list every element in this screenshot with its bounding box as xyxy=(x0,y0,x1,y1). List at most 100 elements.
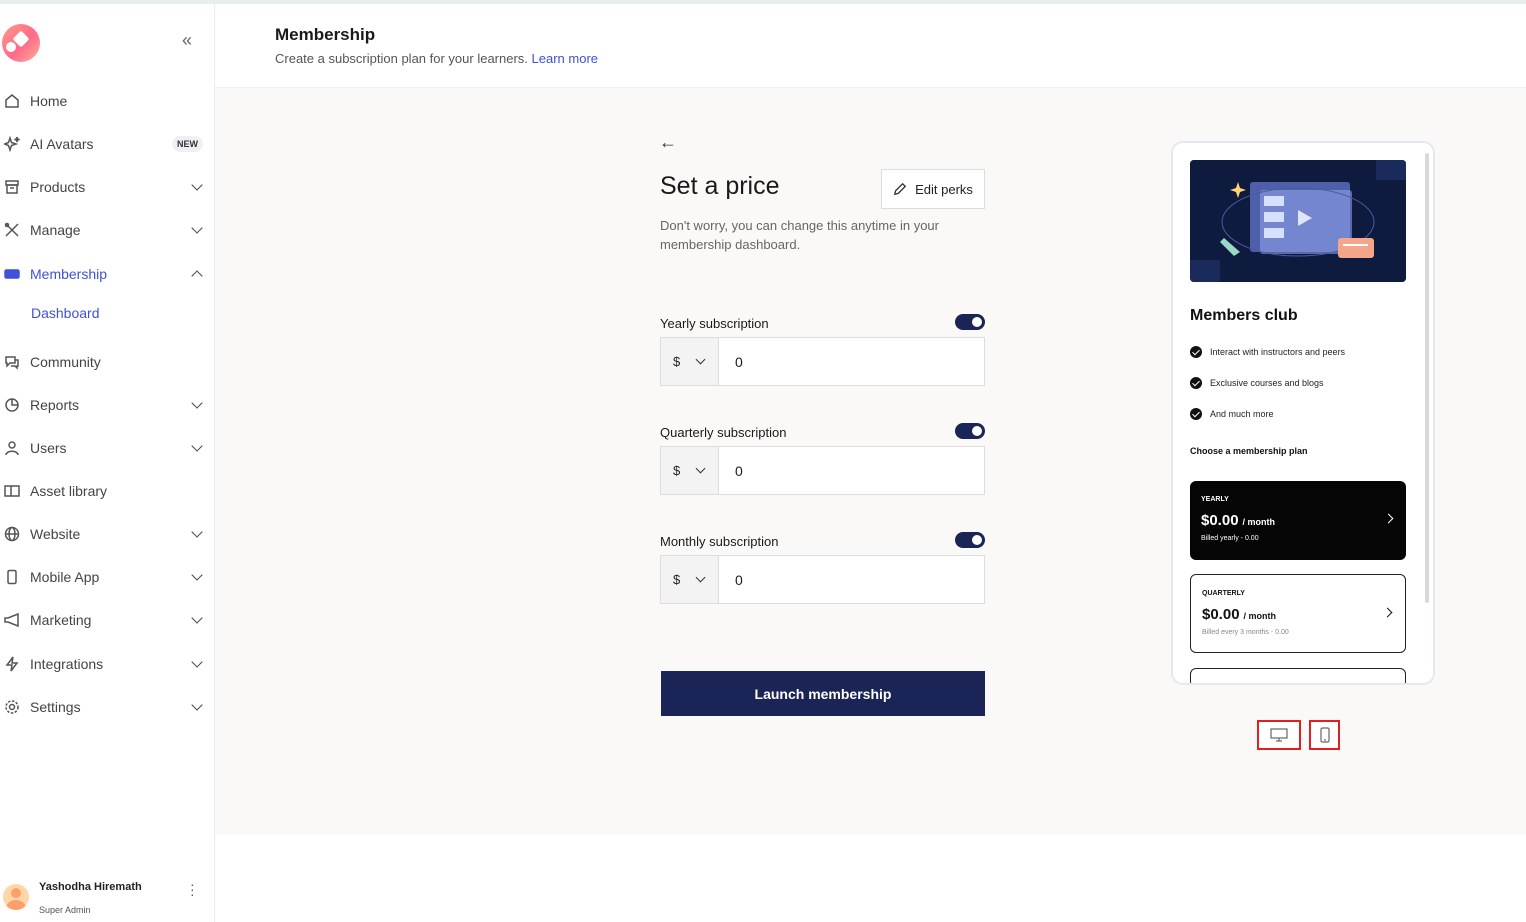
quarterly-toggle[interactable] xyxy=(955,423,985,439)
user-role: Super Admin xyxy=(39,905,91,915)
plan-card-quarterly[interactable]: QUARTERLY $0.00/ month Billed every 3 mo… xyxy=(1190,574,1406,653)
preview-scrollbar[interactable] xyxy=(1425,153,1429,603)
sidebar-item-home[interactable]: Home xyxy=(0,84,215,118)
chevron-down-icon xyxy=(695,463,706,474)
user-name: Yashodha Hiremath xyxy=(39,881,142,893)
sidebar-item-manage[interactable]: Manage xyxy=(0,213,215,247)
plan-name: QUARTERLY xyxy=(1202,590,1245,597)
new-badge: NEW xyxy=(172,136,203,152)
sidebar-item-label: Marketing xyxy=(30,612,92,628)
mobile-view-button[interactable] xyxy=(1309,720,1340,750)
sidebar-item-label: Settings xyxy=(30,699,81,715)
desktop-view-button[interactable] xyxy=(1257,720,1301,750)
perk-item: Interact with instructors and peers xyxy=(1190,346,1345,358)
sidebar-item-marketing[interactable]: Marketing xyxy=(0,603,215,637)
pencil-icon xyxy=(893,182,907,196)
mobile-icon xyxy=(1319,727,1330,743)
avatar[interactable] xyxy=(3,884,29,910)
user-icon xyxy=(0,440,30,456)
page-subtitle: Create a subscription plan for your lear… xyxy=(275,51,598,66)
sidebar-item-website[interactable]: Website xyxy=(0,517,215,551)
banner-illustration xyxy=(1190,160,1406,282)
chevron-down-icon xyxy=(695,572,706,583)
check-circle-icon xyxy=(1190,408,1202,420)
yearly-price-row: $ xyxy=(660,337,985,386)
perk-text: Exclusive courses and blogs xyxy=(1210,378,1324,388)
sidebar: « Home AI Avatars NEW Products Manage Me… xyxy=(0,4,215,922)
plan-card-yearly[interactable]: YEARLY $0.00/ month Billed yearly - 0.00 xyxy=(1190,481,1406,560)
sidebar-item-users[interactable]: Users xyxy=(0,431,215,465)
perk-item: And much more xyxy=(1190,408,1274,420)
sidebar-item-community[interactable]: Community xyxy=(0,345,215,379)
sidebar-item-label: Mobile App xyxy=(30,569,100,585)
more-vertical-icon[interactable]: · · · xyxy=(190,877,195,901)
sidebar-item-label: Reports xyxy=(30,397,80,413)
sidebar-item-products[interactable]: Products xyxy=(0,170,215,204)
plan-price-value: $0.00 xyxy=(1202,606,1240,623)
sidebar-item-settings[interactable]: Settings xyxy=(0,690,215,724)
chevron-down-icon xyxy=(695,354,706,365)
learn-more-link[interactable]: Learn more xyxy=(532,51,598,66)
sidebar-item-label: Manage xyxy=(30,222,81,238)
sidebar-item-reports[interactable]: Reports xyxy=(0,388,215,422)
chevron-down-icon xyxy=(191,397,203,409)
sidebar-item-mobile-app[interactable]: Mobile App xyxy=(0,560,215,594)
chevron-right-icon xyxy=(1382,607,1393,618)
yearly-amount-input[interactable] xyxy=(719,338,984,385)
main-content: ← Set a price Edit perks Don't worry, yo… xyxy=(215,88,1526,835)
sidebar-subitem-dashboard[interactable]: Dashboard xyxy=(31,305,100,321)
chevron-right-icon xyxy=(1383,513,1394,524)
currency-symbol: $ xyxy=(673,354,681,369)
page-subtitle-text: Create a subscription plan for your lear… xyxy=(275,51,528,66)
plan-price: $0.00/ month xyxy=(1202,606,1276,623)
plan-price-period: / month xyxy=(1243,611,1277,621)
chevron-down-icon xyxy=(191,612,203,624)
plan-price: $0.00/ month xyxy=(1201,512,1275,529)
sidebar-item-label: AI Avatars xyxy=(30,136,94,152)
yearly-currency-select[interactable]: $ xyxy=(661,338,719,385)
check-circle-icon xyxy=(1190,377,1202,389)
price-description: Don't worry, you can change this anytime… xyxy=(660,218,939,252)
yearly-subscription-label: Yearly subscription xyxy=(660,316,769,331)
monthly-amount-input[interactable] xyxy=(719,556,984,603)
perk-item: Exclusive courses and blogs xyxy=(1190,377,1324,389)
edit-perks-label: Edit perks xyxy=(915,181,973,197)
chevron-down-icon xyxy=(191,440,203,452)
quarterly-amount-input[interactable] xyxy=(719,447,984,494)
sidebar-item-integrations[interactable]: Integrations xyxy=(0,647,215,681)
quarterly-price-row: $ xyxy=(660,446,985,495)
collapse-sidebar-icon[interactable]: « xyxy=(182,30,192,51)
sidebar-item-label: Membership xyxy=(30,266,108,282)
sidebar-item-label: Integrations xyxy=(30,656,104,672)
membership-preview: Members club Interact with instructors a… xyxy=(1171,141,1435,685)
check-circle-icon xyxy=(1190,346,1202,358)
sidebar-item-membership[interactable]: Membership xyxy=(0,257,215,291)
chevron-down-icon xyxy=(191,179,203,191)
yearly-toggle[interactable] xyxy=(955,314,985,330)
quarterly-currency-select[interactable]: $ xyxy=(661,447,719,494)
globe-icon xyxy=(0,526,30,542)
bolt-icon xyxy=(0,656,30,672)
edit-perks-button[interactable]: Edit perks xyxy=(881,169,985,209)
chevron-up-icon xyxy=(191,270,203,282)
home-icon xyxy=(0,93,30,109)
members-club-title: Members club xyxy=(1190,307,1298,324)
monthly-toggle[interactable] xyxy=(955,532,985,548)
chevron-down-icon xyxy=(191,526,203,538)
sidebar-item-ai-avatars[interactable]: AI Avatars NEW xyxy=(0,127,215,161)
app-logo[interactable] xyxy=(2,24,40,62)
chevron-down-icon xyxy=(191,569,203,581)
sparkle-icon xyxy=(0,136,30,152)
chat-icon xyxy=(0,354,30,370)
plan-billing: Billed yearly - 0.00 xyxy=(1201,535,1259,542)
plan-card-monthly[interactable] xyxy=(1190,668,1406,683)
back-arrow-icon[interactable]: ← xyxy=(659,132,677,153)
monthly-currency-select[interactable]: $ xyxy=(661,556,719,603)
box-icon xyxy=(0,179,30,195)
ticket-icon xyxy=(0,266,30,282)
sidebar-item-asset-library[interactable]: Asset library xyxy=(0,474,215,508)
mobile-icon xyxy=(0,569,30,585)
launch-membership-button[interactable]: Launch membership xyxy=(661,671,985,716)
plan-billing: Billed every 3 months - 0.00 xyxy=(1202,629,1289,636)
set-price-title: Set a price xyxy=(660,172,780,200)
